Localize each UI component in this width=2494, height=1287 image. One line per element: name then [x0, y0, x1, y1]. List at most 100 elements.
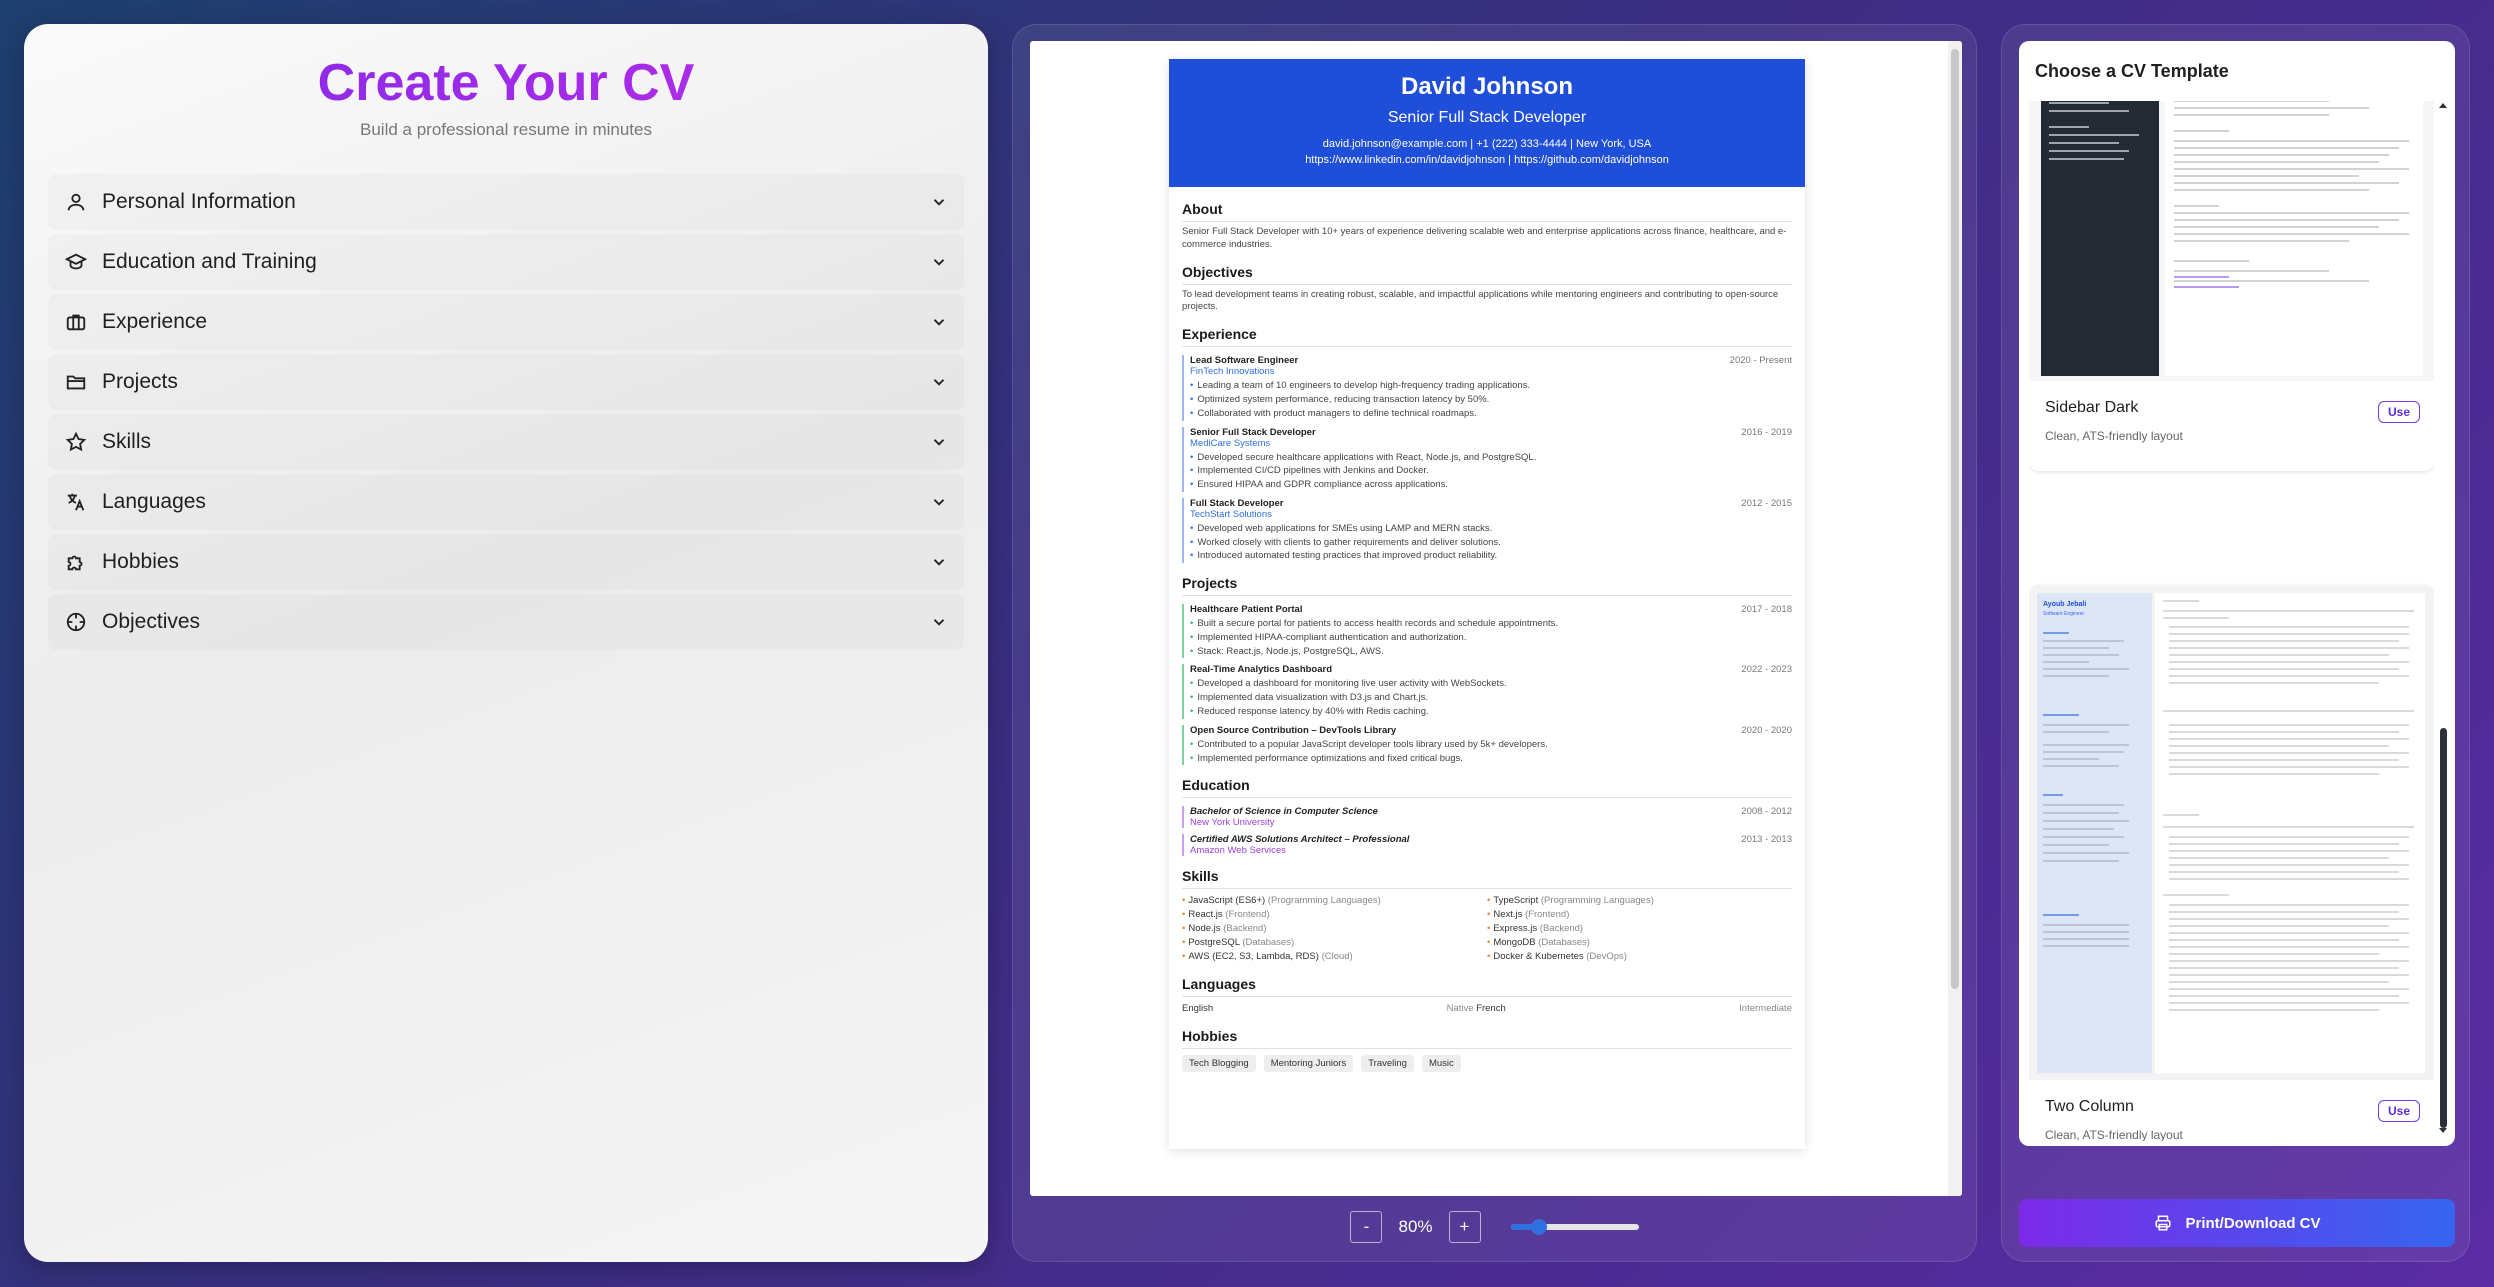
- zoom-in-button[interactable]: +: [1448, 1211, 1481, 1243]
- entry-dates: 2013 - 2013: [1741, 834, 1792, 846]
- chevron-down-icon: [933, 498, 945, 506]
- template-chooser-title: Choose a CV Template: [2035, 61, 2229, 81]
- section-heading: Education: [1182, 777, 1792, 799]
- entry-dates: 2020 - Present: [1729, 355, 1792, 367]
- translate-icon: [64, 490, 88, 514]
- entry-title: Full Stack Developer: [1190, 497, 1284, 509]
- template-name: Two Column: [2045, 1098, 2134, 1115]
- cv-document: David Johnson Senior Full Stack Develope…: [1169, 59, 1805, 1149]
- accordion-languages[interactable]: Languages: [48, 474, 964, 530]
- project-entry: Open Source Contribution – DevTools Libr…: [1182, 724, 1792, 766]
- zoom-controls: - 80% +: [1013, 1211, 1976, 1243]
- accordion-objectives[interactable]: Objectives: [48, 594, 964, 650]
- template-card-sidebar-dark[interactable]: Sidebar Dark Clean, ATS-friendly layout …: [2029, 101, 2434, 471]
- template-card-two-column[interactable]: Ayoub Jebali Software Engineer Two Colum…: [2029, 585, 2434, 1141]
- zoom-slider-handle[interactable]: [1530, 1219, 1547, 1235]
- entry-bullet: Implemented CI/CD pipelines with Jenkins…: [1190, 464, 1792, 478]
- scroll-down-arrow[interactable]: [2439, 1128, 2447, 1133]
- accordion-label: Hobbies: [102, 549, 180, 573]
- accordion-skills[interactable]: Skills: [48, 414, 964, 470]
- scrollbar-thumb[interactable]: [2440, 728, 2447, 1128]
- zoom-slider[interactable]: [1510, 1219, 1639, 1235]
- entry-org: TechStart Solutions: [1190, 508, 1272, 520]
- use-template-button[interactable]: Use: [2377, 401, 2420, 423]
- hobby-tag: Traveling: [1361, 1055, 1414, 1073]
- accordion-personal-information[interactable]: Personal Information: [48, 174, 964, 230]
- entry-bullet: Built a secure portal for patients to ac…: [1190, 617, 1792, 631]
- chevron-down-icon: [933, 618, 945, 626]
- section-heading: Languages: [1182, 976, 1792, 998]
- skills-grid: JavaScript (ES6+) (Programming Languages…: [1182, 895, 1792, 962]
- cv-role: Senior Full Stack Developer: [1387, 109, 1587, 126]
- education-entry: Bachelor of Science in Computer Science 2…: [1182, 806, 1792, 829]
- entry-dates: 2008 - 2012: [1741, 806, 1792, 818]
- entry-org: Amazon Web Services: [1190, 845, 1286, 857]
- use-template-button[interactable]: Use: [2377, 1100, 2420, 1122]
- entry-dates: 2016 - 2019: [1741, 426, 1792, 438]
- objectives-text: To lead development teams in creating ro…: [1182, 288, 1779, 313]
- zoom-out-button[interactable]: -: [1350, 1211, 1383, 1243]
- template-card-footer: Two Column Clean, ATS-friendly layout Us…: [2029, 1080, 2434, 1141]
- section-heading: Experience: [1182, 326, 1792, 348]
- entry-bullet: Implemented HIPAA-compliant authenticati…: [1190, 631, 1792, 645]
- print-button-label: Print/Download CV: [2185, 1214, 2321, 1232]
- cv-links: https://www.linkedin.com/in/davidjohnson…: [1305, 154, 1669, 166]
- scroll-up-arrow[interactable]: [2439, 103, 2447, 108]
- cv-contact: david.johnson@example.com | +1 (222) 333…: [1322, 138, 1652, 150]
- entry-org: New York University: [1190, 817, 1275, 829]
- thumbnail-lines: [2043, 600, 2414, 1011]
- skill-item: TypeScript (Programming Languages): [1487, 895, 1792, 906]
- languages-row: English Native French Intermediate: [1182, 1003, 1792, 1014]
- skill-item: Express.js (Backend): [1487, 923, 1792, 934]
- entry-bullet: Implemented data visualization with D3.j…: [1190, 691, 1792, 705]
- entry-bullet: Implemented performance optimizations an…: [1190, 752, 1792, 766]
- puzzle-icon: [64, 550, 88, 574]
- cv-preview-viewport[interactable]: David Johnson Senior Full Stack Develope…: [1030, 41, 1962, 1196]
- accordion-education-and-training[interactable]: Education and Training: [48, 234, 964, 290]
- section-heading: Objectives: [1182, 264, 1792, 285]
- template-description: Clean, ATS-friendly layout: [2045, 1128, 2183, 1141]
- entry-bullet: Optimized system performance, reducing t…: [1190, 393, 1792, 407]
- section-heading: Skills: [1182, 868, 1792, 890]
- experience-entry: Lead Software Engineer 2020 - Present Fin…: [1182, 355, 1792, 421]
- skill-item: Docker & Kubernetes (DevOps): [1487, 951, 1792, 962]
- briefcase-icon: [64, 310, 88, 334]
- section-heading: Projects: [1182, 575, 1792, 597]
- accordion-experience[interactable]: Experience: [48, 294, 964, 350]
- entry-bullet: Developed a dashboard for monitoring liv…: [1190, 677, 1792, 691]
- chevron-down-icon: [933, 318, 945, 326]
- print-download-button[interactable]: Print/Download CV: [2019, 1199, 2455, 1247]
- printer-icon: [2155, 1215, 2170, 1231]
- template-thumbnail: Ayoub Jebali Software Engineer: [2029, 585, 2434, 1080]
- page-subtitle: Build a professional resume in minutes: [360, 119, 652, 139]
- template-scrollbar[interactable]: [2439, 103, 2449, 1133]
- entry-bullet: Worked closely with clients to gather re…: [1190, 536, 1792, 550]
- chevron-down-icon: [933, 258, 945, 266]
- entry-title: Healthcare Patient Portal: [1190, 604, 1303, 616]
- hobby-tag: Mentoring Juniors: [1263, 1055, 1354, 1073]
- accordion-hobbies[interactable]: Hobbies: [48, 534, 964, 590]
- template-list[interactable]: Sidebar Dark Clean, ATS-friendly layout …: [2029, 101, 2434, 1141]
- template-panel: Choose a CV Template Sidebar Dark Clean,…: [2001, 24, 2470, 1262]
- entry-dates: 2017 - 2018: [1741, 604, 1792, 616]
- preview-scrollbar[interactable]: [1948, 41, 1962, 1196]
- hobby-tag: Music: [1421, 1055, 1461, 1073]
- accordion-projects[interactable]: Projects: [48, 354, 964, 410]
- skill-item: React.js (Frontend): [1182, 909, 1487, 920]
- editor-panel: Create Your CV Build a professional resu…: [24, 24, 988, 1262]
- language-level: Intermediate: [1739, 1003, 1792, 1015]
- template-name: Sidebar Dark: [2045, 399, 2139, 416]
- folder-icon: [64, 370, 88, 394]
- entry-bullet: Leading a team of 10 engineers to develo…: [1190, 379, 1792, 393]
- thumbnail-lines: [2049, 101, 2409, 288]
- education-entry: Certified AWS Solutions Architect – Prof…: [1182, 834, 1792, 857]
- experience-entry: Senior Full Stack Developer 2016 - 2019 M…: [1182, 426, 1792, 492]
- zoom-level: 80%: [1398, 1217, 1433, 1236]
- scrollbar-thumb[interactable]: [1951, 49, 1959, 989]
- project-entry: Healthcare Patient Portal 2017 - 2018 Bui…: [1182, 604, 1792, 659]
- entry-bullet: Collaborated with product managers to de…: [1190, 407, 1792, 421]
- page-title: Create Your CV: [24, 54, 988, 114]
- entry-org: FinTech Innovations: [1190, 366, 1275, 378]
- hobby-tag: Tech Blogging: [1182, 1055, 1256, 1073]
- entry-org: MediCare Systems: [1190, 437, 1271, 449]
